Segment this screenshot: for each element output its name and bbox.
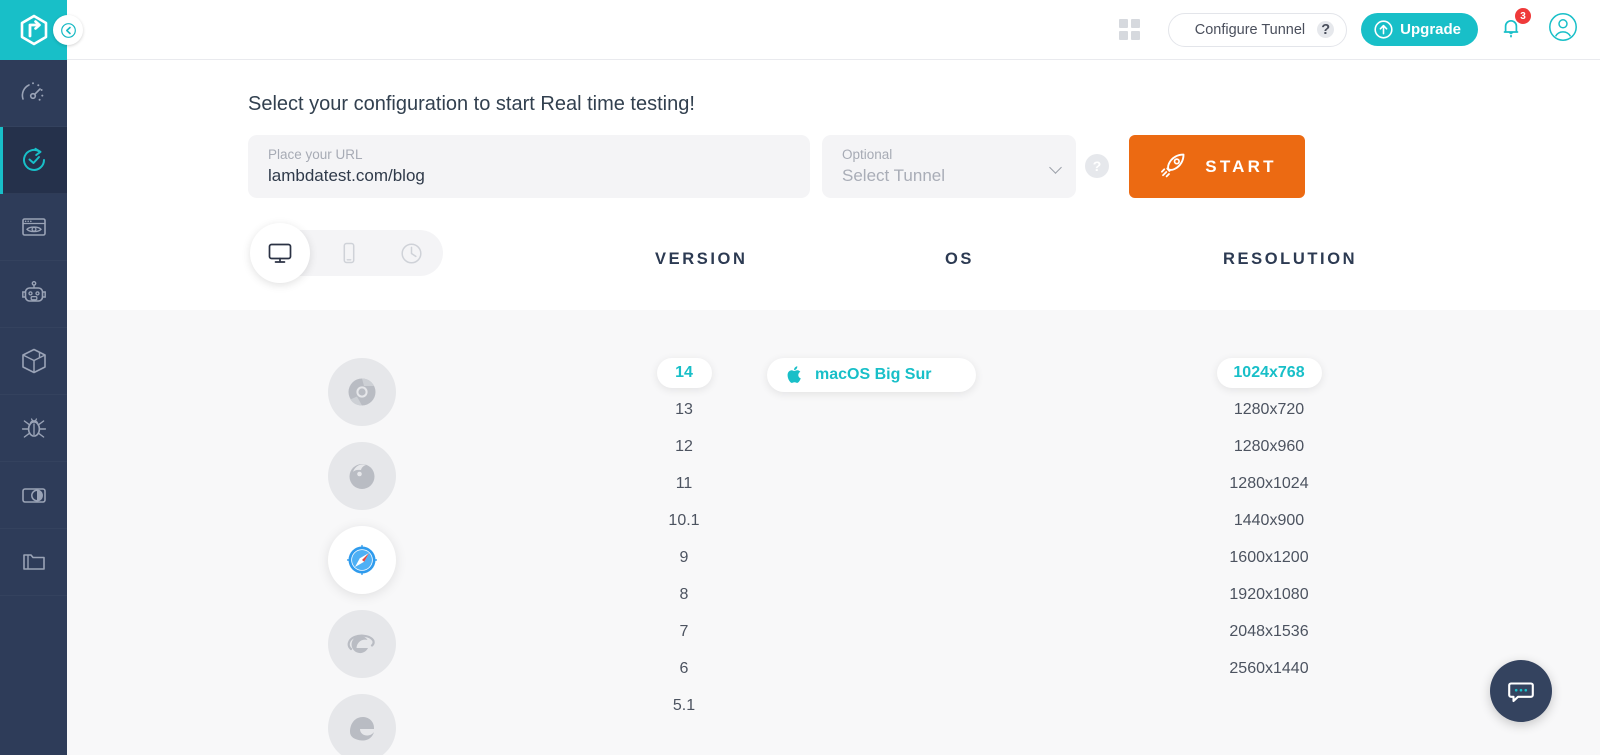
desktop-monitor-icon: [268, 243, 292, 263]
tunnel-field-help-icon[interactable]: ?: [1085, 154, 1109, 178]
apple-icon: [787, 366, 801, 383]
arrow-up-circle-icon: [1374, 20, 1393, 39]
edge-icon: [350, 716, 375, 741]
browser-option-internet-explorer[interactable]: [328, 610, 396, 678]
browser-option-firefox[interactable]: [328, 442, 396, 510]
lambdatest-logo: [20, 14, 47, 46]
sidebar-item-automation[interactable]: [0, 261, 67, 328]
user-avatar-icon: [1549, 13, 1577, 41]
chevron-left-icon: [60, 22, 76, 38]
column-header-resolution: RESOLUTION: [1223, 250, 1358, 268]
device-type-toggle: [250, 223, 443, 283]
version-option[interactable]: 12: [657, 432, 712, 462]
version-option[interactable]: 14: [656, 358, 712, 388]
url-input-label: Place your URL: [268, 147, 363, 162]
sidebar-item-screenshot[interactable]: [0, 194, 67, 261]
version-option[interactable]: 9: [657, 543, 712, 573]
browser-option-chrome[interactable]: [328, 358, 396, 426]
version-option[interactable]: 11: [657, 469, 712, 499]
realtime-testing-page: Configure Tunnel ? Upgrade 3 Select your…: [0, 0, 1600, 755]
sidebar-item-app-testing[interactable]: [0, 328, 67, 395]
browser-option-safari[interactable]: [328, 526, 396, 594]
notification-count-badge: 3: [1515, 8, 1531, 24]
tunnel-select-label: Optional: [842, 147, 893, 162]
version-list: 14 13 12 11 10.1 9 8 7 6 5.1: [579, 358, 789, 728]
folder-icon: [22, 554, 45, 570]
sidebar-item-bug-tracking[interactable]: [0, 395, 67, 462]
version-option[interactable]: 5.1: [657, 691, 712, 721]
chat-support-button[interactable]: [1490, 660, 1552, 722]
screenshot-eye-icon: [21, 218, 46, 236]
os-option-label: macOS Big Sur: [815, 366, 932, 383]
rocket-icon: [1161, 153, 1185, 178]
user-avatar-button[interactable]: [1548, 12, 1578, 47]
config-panel: Select your configuration to start Real …: [67, 60, 1600, 310]
resolution-option[interactable]: 1600x1200: [1215, 543, 1322, 573]
version-option[interactable]: 8: [657, 580, 712, 610]
column-header-os: OS: [945, 250, 975, 268]
version-option[interactable]: 10.1: [657, 506, 712, 536]
os-option-macos-big-sur[interactable]: macOS Big Sur: [767, 358, 976, 392]
start-button-label: START: [1205, 156, 1277, 176]
sidebar-item-real-time[interactable]: [0, 127, 67, 194]
resolution-option[interactable]: 1024x768: [1216, 358, 1322, 388]
sidebar-item-projects[interactable]: [0, 529, 67, 596]
sidebar-collapse-button[interactable]: [53, 15, 83, 45]
resolution-option[interactable]: 1280x720: [1217, 395, 1322, 425]
version-option[interactable]: 6: [657, 654, 712, 684]
realtime-clock-icon: [22, 147, 45, 171]
box-package-icon: [21, 348, 46, 374]
configure-tunnel-button[interactable]: Configure Tunnel ?: [1167, 12, 1348, 47]
selection-panel: 14 13 12 11 10.1 9 8 7 6 5.1 macOS Big S…: [67, 310, 1600, 755]
sidebar: [0, 0, 83, 755]
resolution-option[interactable]: 1280x1024: [1215, 469, 1322, 499]
device-toggle-mobile[interactable]: [317, 230, 380, 276]
top-header: Configure Tunnel ? Upgrade 3: [67, 0, 1600, 60]
robot-icon: [21, 281, 46, 302]
configure-tunnel-label: Configure Tunnel: [1194, 21, 1306, 38]
chrome-icon: [348, 378, 376, 406]
resolution-option[interactable]: 1920x1080: [1215, 580, 1322, 610]
bug-icon: [21, 418, 46, 438]
resolution-option[interactable]: 1280x960: [1217, 432, 1322, 462]
visual-compare-icon: [21, 488, 46, 503]
url-input-field[interactable]: Place your URL lambdatest.com/blog: [248, 135, 810, 198]
internet-explorer-icon: [347, 634, 375, 654]
sidebar-item-dashboard[interactable]: [0, 60, 67, 127]
tunnel-help-icon[interactable]: ?: [1317, 21, 1335, 38]
resolution-option[interactable]: 2048x1536: [1215, 617, 1322, 647]
device-toggle-history[interactable]: [380, 230, 443, 276]
os-list: macOS Big Sur: [767, 358, 1117, 392]
safari-icon: [346, 544, 378, 576]
resolution-list: 1024x768 1280x720 1280x960 1280x1024 144…: [1109, 358, 1429, 691]
mobile-phone-icon: [343, 242, 354, 264]
browser-list: [328, 358, 396, 755]
url-input-value[interactable]: lambdatest.com/blog: [268, 163, 790, 189]
sidebar-item-smart-visual[interactable]: [0, 462, 67, 529]
version-option[interactable]: 13: [657, 395, 712, 425]
speedometer-icon: [21, 82, 43, 101]
sidebar-nav: [0, 60, 67, 596]
history-clock-icon: [401, 242, 422, 264]
upgrade-label: Upgrade: [1400, 21, 1461, 38]
resolution-option[interactable]: 1440x900: [1217, 506, 1322, 536]
chat-bubble-icon: [1508, 682, 1534, 703]
start-button[interactable]: START: [1129, 135, 1305, 198]
apps-grid-icon[interactable]: [1118, 19, 1140, 40]
notifications-button[interactable]: 3: [1498, 8, 1531, 45]
upgrade-button[interactable]: Upgrade: [1361, 13, 1478, 46]
browser-option-edge[interactable]: [328, 694, 396, 755]
column-header-version: VERSION: [655, 250, 748, 268]
page-title: Select your configuration to start Real …: [248, 93, 695, 115]
tunnel-select-value: Select Tunnel: [842, 166, 946, 185]
tunnel-select-field[interactable]: Optional Select Tunnel: [822, 135, 1076, 198]
device-toggle-desktop[interactable]: [250, 223, 310, 283]
version-option[interactable]: 7: [657, 617, 712, 647]
resolution-option[interactable]: 2560x1440: [1215, 654, 1322, 684]
firefox-icon: [349, 464, 375, 489]
